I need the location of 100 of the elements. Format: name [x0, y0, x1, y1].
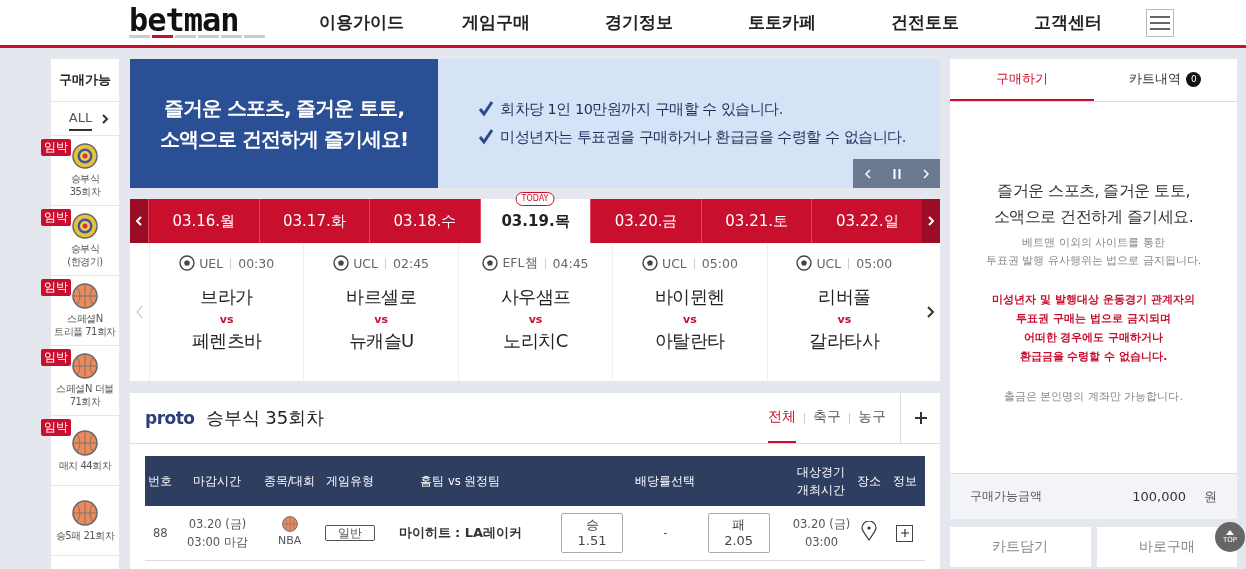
column-header: 배당률선택 — [539, 456, 791, 506]
cart-tab[interactable]: 카트내역 0 — [1093, 59, 1237, 101]
soccer-ball-icon — [179, 255, 196, 271]
game-title: 승부식 35회차 — [205, 406, 325, 430]
game-name: 승부식 35회차 — [69, 172, 101, 198]
chevron-left-icon — [136, 216, 142, 226]
urgent-badge: 임박 — [41, 209, 71, 226]
proto-logo: proto — [145, 409, 195, 427]
urgent-badge: 임박 — [41, 419, 71, 436]
cart-headline: 즐거운 스포츠, 즐거운 토토, 소액으로 건전하게 즐기세요. — [992, 181, 1195, 228]
column-header: 홈팀 vs 원정팀 — [380, 456, 540, 506]
sport-filter-tab[interactable]: 축구 — [813, 393, 841, 443]
pause-icon — [892, 168, 901, 179]
banner-headline: 즐거운 스포츠, 즐거운 토토, 소액으로 건전하게 즐기세요! — [130, 59, 438, 188]
home-team: 바이뮌헨 — [654, 285, 725, 309]
caret-up-icon — [1226, 530, 1234, 535]
next-button[interactable] — [922, 199, 941, 243]
soccer-ball-icon — [333, 255, 350, 271]
home-team: 바르셀로 — [346, 285, 417, 309]
location-pin-icon[interactable] — [860, 520, 877, 541]
away-team: 아탈란타 — [654, 329, 725, 353]
game-name: 매치 44회차 — [58, 458, 112, 472]
sport-filter-tab[interactable]: 농구 — [858, 393, 886, 443]
balance-label: 구매가능금액 — [970, 488, 1042, 505]
league-name: UEL — [199, 255, 224, 271]
match-card[interactable]: UCL 02:45 바르셀로 vs 뉴캐슬U — [303, 243, 458, 381]
plus-icon — [914, 412, 927, 424]
chevron-right-icon — [928, 216, 935, 226]
urgent-badge: 임박 — [41, 349, 71, 366]
vs-label: vs — [528, 313, 543, 326]
account-note: 출금은 본인명의 계좌만 가능합니다. — [1003, 389, 1184, 405]
game-name: 스페셜N 더블 71회차 — [56, 382, 114, 408]
basketball-icon — [72, 353, 98, 379]
match-time: 02:45 — [385, 257, 430, 269]
table-cell: 03.20 (금) 03:00 마감 — [175, 506, 260, 561]
logo[interactable]: betman — [129, 7, 267, 38]
chevron-left-icon — [136, 305, 143, 319]
chevron-right-icon[interactable] — [102, 113, 110, 124]
checkmark-icon — [478, 101, 494, 117]
nav-link[interactable]: 고객센터 — [1034, 11, 1177, 34]
column-header: 마감시간 — [175, 456, 260, 506]
basketball-icon — [72, 429, 98, 456]
away-team: 뉴캐슬U — [348, 329, 414, 353]
away-team: 갈라타사 — [809, 329, 880, 353]
odds-button[interactable]: 승 1.51 — [561, 513, 623, 553]
today-badge: TODAY — [515, 192, 555, 206]
urgent-badge: 임박 — [41, 139, 71, 156]
odds-button[interactable]: 패 2.05 — [707, 513, 770, 553]
table-cell: 마이히트 : LA레이커 — [380, 506, 540, 561]
soccer-ball-icon — [642, 255, 658, 271]
table-cell: 03.20 (금) 03:00 — [790, 506, 853, 561]
nav-link[interactable]: 경기정보 — [605, 11, 748, 34]
sport-filter-tab[interactable]: 전체 — [768, 393, 796, 443]
column-header: 장소 — [852, 456, 885, 506]
column-header: 종목/대회 — [259, 456, 320, 506]
cart-tab[interactable]: 구매하기 — [950, 59, 1094, 101]
basketball-icon — [72, 283, 98, 309]
cart-action-button[interactable]: 카트담기 — [950, 527, 1091, 567]
nav-link[interactable]: 이용가이드 — [319, 11, 462, 34]
match-time: 04:45 — [544, 257, 589, 269]
league-name: NBA — [277, 533, 302, 549]
match-card[interactable]: EFL챔 04:45 사우샘프 vs 노리치C — [457, 243, 613, 381]
notice-text: 미성년자는 투표권을 구매하거나 환급금을 수령할 수 없습니다. — [500, 127, 906, 147]
nav-link[interactable]: 건전토토 — [891, 11, 1034, 34]
previous-button[interactable] — [130, 199, 148, 243]
menu-icon — [1150, 15, 1170, 30]
home-team: 사우샘프 — [500, 285, 571, 309]
notice-text: 회차당 1인 10만원까지 구매할 수 있습니다. — [500, 99, 783, 119]
info-button[interactable] — [896, 524, 914, 542]
vs-label: vs — [683, 313, 697, 326]
match-card[interactable]: UEL 00:30 브라가 vs 페렌츠바 — [149, 243, 304, 381]
urgent-badge: 임박 — [41, 279, 71, 296]
nav-link[interactable]: 게임구매 — [462, 11, 605, 34]
basketball-icon — [281, 516, 298, 532]
game-name: 승5패 21회차 — [55, 528, 115, 542]
vs-label: vs — [837, 313, 852, 326]
league-name: UCL — [353, 255, 378, 271]
league-name: UCL — [662, 255, 687, 271]
game-type-tag: 일반 — [325, 525, 376, 541]
soccer-ball-icon — [482, 255, 499, 271]
checkmark-icon — [478, 129, 494, 145]
currency-unit: 원 — [1204, 487, 1217, 506]
match-time: 00:30 — [230, 257, 275, 269]
table-cell: 88 — [145, 506, 176, 561]
chevron-right-icon — [927, 306, 935, 318]
match-card[interactable]: UCL 05:00 바이뮌헨 vs 아탈란타 — [612, 243, 767, 381]
menu-button[interactable] — [1146, 8, 1174, 37]
match-time: 05:00 — [848, 257, 893, 269]
nav-link[interactable]: 토토카페 — [748, 11, 891, 34]
away-team: 노리치C — [503, 329, 568, 353]
column-header: 번호 — [145, 456, 176, 506]
game-name: 스페셜N 트리플 71회차 — [54, 312, 116, 338]
soccer-ball-icon — [796, 255, 813, 271]
chevron-right-icon — [922, 168, 929, 179]
home-team: 브라가 — [200, 285, 253, 309]
filter-tab[interactable]: ALL — [68, 106, 93, 131]
home-team: 리버풀 — [818, 285, 871, 309]
chevron-left-icon — [864, 168, 871, 179]
count-badge: 0 — [1186, 71, 1202, 87]
column-header: 정보 — [884, 456, 925, 506]
